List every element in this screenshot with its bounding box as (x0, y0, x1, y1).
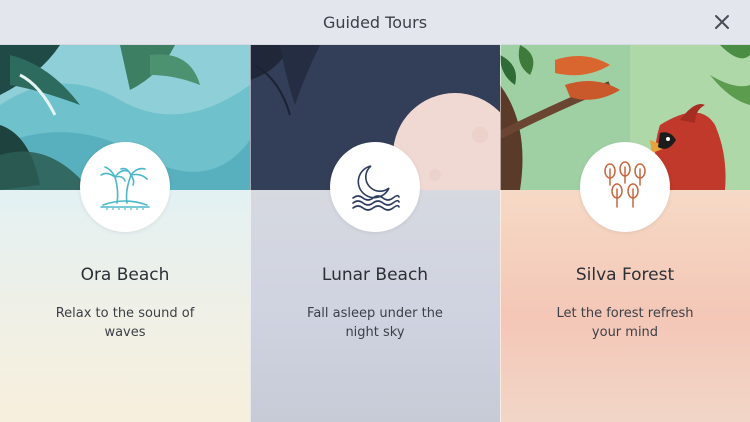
tour-card-silva-forest[interactable]: Silva Forest Let the forest refresh your… (500, 45, 750, 422)
card-divider (250, 45, 251, 422)
tour-title: Ora Beach (80, 265, 170, 285)
moon-waves-icon (330, 142, 420, 232)
tour-description: Relax to the sound of waves (55, 306, 195, 340)
trees-icon (580, 142, 670, 232)
tour-title: Silva Forest (575, 265, 675, 285)
card-divider (500, 45, 501, 422)
tour-description: Let the forest refresh your mind (556, 306, 694, 340)
page-title: Guided Tours (322, 13, 428, 32)
tour-description: Fall asleep under the night sky (307, 306, 443, 340)
close-icon[interactable] (712, 12, 732, 32)
tour-card-ora-beach[interactable]: Ora Beach Relax to the sound of waves (0, 45, 250, 422)
tour-card-lunar-beach[interactable]: Lunar Beach Fall asleep under the night … (250, 45, 500, 422)
header-bar: Guided Tours (0, 0, 750, 45)
palm-island-icon (80, 142, 170, 232)
tour-title: Lunar Beach (321, 265, 429, 285)
